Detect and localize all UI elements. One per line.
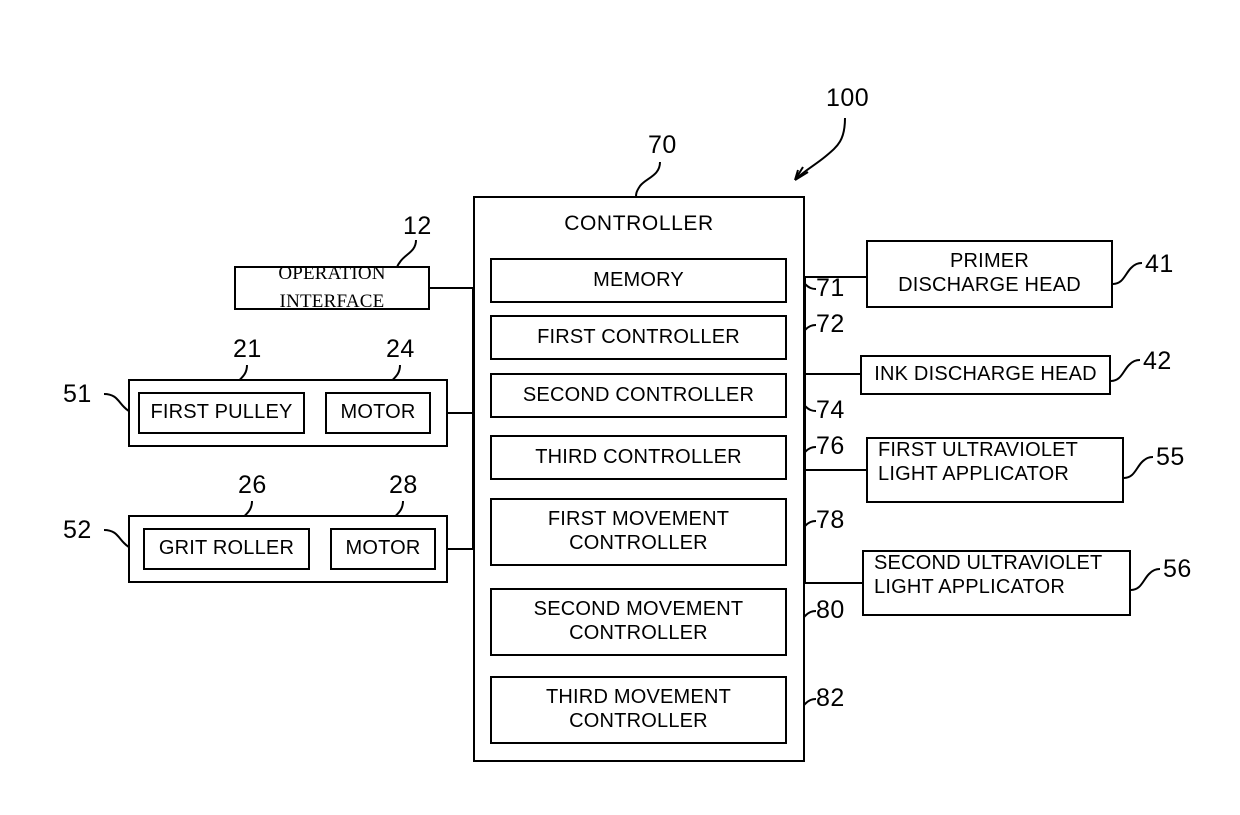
ref-label-74: 74 (816, 396, 845, 424)
module-first-controller-label: FIRST CONTROLLER (537, 325, 740, 348)
ref-label-52: 52 (63, 516, 92, 544)
second-ultraviolet-line2: LIGHT APPLICATOR (874, 575, 1066, 598)
operation-interface-box[interactable]: OPERATION INTERFACE (234, 263, 430, 312)
motor-24-box[interactable]: MOTOR (325, 392, 431, 434)
grit-roller-box[interactable]: GRIT ROLLER (143, 528, 310, 570)
patent-figure-canvas: 100 CONTROLLER 70 MEMORY 71 FIRST CONTRO… (0, 0, 1240, 815)
module-second-movement-controller[interactable]: SECOND MOVEMENT CONTROLLER (490, 588, 787, 656)
module-third-movement-controller[interactable]: THIRD MOVEMENT CONTROLLER (490, 676, 787, 744)
module-first-movement-controller-line1: FIRST MOVEMENT (547, 508, 730, 531)
module-first-movement-controller[interactable]: FIRST MOVEMENT CONTROLLER (490, 498, 787, 566)
motor-28-box[interactable]: MOTOR (330, 528, 436, 570)
controller-title: CONTROLLER (564, 212, 714, 235)
module-second-controller[interactable]: SECOND CONTROLLER (490, 373, 787, 418)
motor-28-label: MOTOR (345, 537, 421, 560)
ref-label-80: 80 (816, 596, 845, 624)
first-pulley-label: FIRST PULLEY (150, 401, 293, 424)
ref-label-56: 56 (1163, 555, 1192, 583)
ref-label-72: 72 (816, 310, 845, 338)
grit-roller-label: GRIT ROLLER (158, 537, 295, 560)
ref-label-82: 82 (816, 684, 845, 712)
primer-discharge-head-line1: PRIMER (950, 250, 1029, 273)
primer-discharge-head-line2: DISCHARGE HEAD (898, 274, 1081, 296)
ref-label-71: 71 (816, 274, 845, 302)
module-second-movement-controller-line2: CONTROLLER (569, 622, 708, 644)
ref-label-51: 51 (63, 380, 92, 408)
module-third-movement-controller-line2: CONTROLLER (569, 710, 708, 732)
ink-discharge-head-box[interactable]: INK DISCHARGE HEAD (860, 355, 1111, 395)
ref-label-55: 55 (1156, 443, 1185, 471)
ref-label-42: 42 (1143, 347, 1172, 375)
ref-label-76: 76 (816, 432, 845, 460)
leader-70 (635, 161, 661, 198)
ref-label-41: 41 (1145, 250, 1174, 278)
first-pulley-box[interactable]: FIRST PULLEY (138, 392, 305, 434)
leader-42 (1110, 359, 1141, 382)
leader-12 (396, 239, 417, 269)
operation-interface-line1: OPERATION (278, 263, 386, 285)
module-first-controller[interactable]: FIRST CONTROLLER (490, 315, 787, 360)
module-memory-label: MEMORY (593, 268, 684, 291)
module-second-controller-label: SECOND CONTROLLER (522, 383, 755, 406)
module-third-controller[interactable]: THIRD CONTROLLER (490, 435, 787, 480)
ref-label-78: 78 (816, 506, 845, 534)
ref-label-24: 24 (386, 335, 415, 363)
leader-100 (794, 117, 846, 181)
leader-41 (1112, 262, 1143, 285)
module-third-controller-label: THIRD CONTROLLER (535, 445, 742, 468)
motor-24-label: MOTOR (340, 401, 416, 424)
module-second-movement-controller-line1: SECOND MOVEMENT (533, 598, 744, 621)
ref-label-28: 28 (389, 471, 418, 499)
operation-interface-line2: INTERFACE (279, 291, 385, 312)
first-ultraviolet-line1: FIRST ULTRAVIOLET (878, 439, 1079, 461)
ref-label-21: 21 (233, 335, 262, 363)
first-ultraviolet-light-applicator-box[interactable]: FIRST ULTRAVIOLET LIGHT APPLICATOR (866, 437, 1124, 503)
second-ultraviolet-light-applicator-box[interactable]: SECOND ULTRAVIOLET LIGHT APPLICATOR (862, 550, 1131, 616)
ref-label-26: 26 (238, 471, 267, 499)
first-ultraviolet-line2: LIGHT APPLICATOR (878, 462, 1070, 485)
ink-discharge-head-label: INK DISCHARGE HEAD (874, 363, 1097, 386)
ref-label-12: 12 (403, 212, 432, 240)
module-third-movement-controller-line1: THIRD MOVEMENT (545, 686, 732, 709)
leader-56 (1130, 568, 1161, 591)
primer-discharge-head-box[interactable]: PRIMER DISCHARGE HEAD (866, 240, 1113, 308)
module-first-movement-controller-line2: CONTROLLER (569, 532, 708, 554)
module-memory[interactable]: MEMORY (490, 258, 787, 303)
ref-label-70: 70 (648, 131, 677, 159)
leader-55 (1123, 456, 1154, 479)
ref-label-100: 100 (826, 84, 870, 112)
second-ultraviolet-line1: SECOND ULTRAVIOLET (874, 552, 1103, 574)
